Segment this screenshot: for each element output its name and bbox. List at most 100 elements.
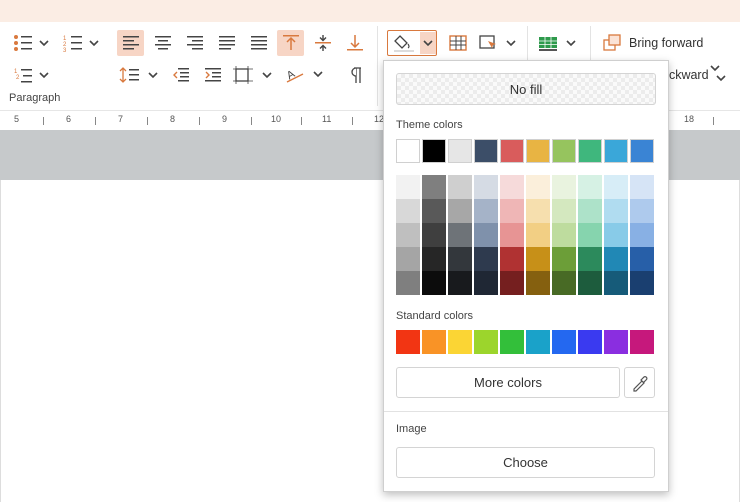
bring-forward-label[interactable]: Bring forward [629, 36, 703, 50]
theme-shade-swatch[interactable] [604, 223, 628, 247]
theme-shade-swatch[interactable] [630, 175, 654, 199]
no-fill-button[interactable]: No fill [396, 73, 656, 105]
theme-shade-swatch[interactable] [474, 199, 498, 223]
theme-shade-swatch[interactable] [500, 175, 524, 199]
theme-shade-swatch[interactable] [448, 199, 472, 223]
distribute-button[interactable] [245, 30, 272, 56]
theme-shade-swatch[interactable] [500, 223, 524, 247]
theme-shade-swatch[interactable] [500, 199, 524, 223]
theme-shade-swatch[interactable] [396, 175, 420, 199]
show-formatting-button[interactable] [341, 62, 368, 88]
ruler-label: 8 [170, 114, 176, 124]
theme-shade-swatch[interactable] [630, 247, 654, 271]
more-colors-button[interactable]: More colors [396, 367, 620, 398]
theme-shade-swatch[interactable] [526, 175, 550, 199]
theme-shade-swatch[interactable] [630, 223, 654, 247]
standard-color-swatch[interactable] [526, 330, 550, 354]
decrease-indent-button[interactable] [167, 62, 194, 88]
theme-shade-swatch[interactable] [552, 199, 576, 223]
theme-shade-swatch[interactable] [500, 271, 524, 295]
theme-shade-swatch[interactable] [422, 199, 446, 223]
standard-color-swatch[interactable] [578, 330, 602, 354]
bullet-list-button[interactable] [10, 30, 50, 56]
fill-color-button[interactable] [387, 30, 437, 56]
chevron-down-icon[interactable] [716, 70, 726, 82]
theme-shade-swatch[interactable] [448, 271, 472, 295]
standard-color-swatch[interactable] [448, 330, 472, 354]
theme-color-swatch[interactable] [448, 139, 472, 163]
theme-color-swatch[interactable] [578, 139, 602, 163]
align-left-button[interactable] [117, 30, 144, 56]
align-center-button[interactable] [149, 30, 176, 56]
theme-color-swatch[interactable] [526, 139, 550, 163]
standard-color-swatch[interactable] [630, 330, 654, 354]
eyedropper-button[interactable] [624, 367, 655, 398]
theme-shade-swatch[interactable] [422, 271, 446, 295]
theme-shade-swatch[interactable] [500, 247, 524, 271]
theme-shade-swatch[interactable] [396, 247, 420, 271]
theme-shade-swatch[interactable] [604, 271, 628, 295]
text-direction-button[interactable]: A [282, 62, 324, 88]
theme-shade-swatch[interactable] [578, 271, 602, 295]
increase-indent-button[interactable] [199, 62, 226, 88]
align-bottom-button[interactable] [341, 30, 368, 56]
theme-shade-swatch[interactable] [526, 223, 550, 247]
theme-shade-swatch[interactable] [474, 175, 498, 199]
theme-shade-swatch[interactable] [552, 223, 576, 247]
theme-shade-swatch[interactable] [526, 199, 550, 223]
theme-shade-swatch[interactable] [448, 247, 472, 271]
standard-color-swatch[interactable] [422, 330, 446, 354]
theme-shade-swatch[interactable] [422, 223, 446, 247]
theme-shade-swatch[interactable] [604, 247, 628, 271]
theme-shade-swatch[interactable] [474, 271, 498, 295]
theme-shade-swatch[interactable] [604, 175, 628, 199]
theme-color-swatch[interactable] [474, 139, 498, 163]
theme-shade-swatch[interactable] [526, 271, 550, 295]
table-color-button[interactable] [536, 30, 578, 56]
theme-color-swatch[interactable] [396, 139, 420, 163]
theme-shade-swatch[interactable] [578, 223, 602, 247]
theme-shade-swatch[interactable] [474, 247, 498, 271]
choose-image-button[interactable]: Choose [396, 447, 655, 478]
theme-shade-swatch[interactable] [578, 247, 602, 271]
standard-color-swatch[interactable] [604, 330, 628, 354]
theme-shade-swatch[interactable] [448, 175, 472, 199]
standard-color-swatch[interactable] [552, 330, 576, 354]
theme-shade-swatch[interactable] [552, 247, 576, 271]
theme-color-swatch[interactable] [422, 139, 446, 163]
border-style-button[interactable] [445, 30, 471, 56]
theme-shade-swatch[interactable] [448, 223, 472, 247]
theme-color-swatch[interactable] [500, 139, 524, 163]
multilevel-list-button[interactable]: 1 2 [10, 62, 50, 88]
line-spacing-button[interactable] [117, 62, 159, 88]
theme-shade-swatch[interactable] [578, 199, 602, 223]
theme-shade-swatch[interactable] [552, 271, 576, 295]
theme-shade-swatch[interactable] [422, 247, 446, 271]
theme-shade-swatch[interactable] [396, 223, 420, 247]
theme-shade-swatch[interactable] [578, 175, 602, 199]
align-middle-button[interactable] [309, 30, 336, 56]
theme-shade-swatch[interactable] [630, 199, 654, 223]
bring-forward-icon-button[interactable] [600, 30, 624, 56]
standard-color-swatch[interactable] [474, 330, 498, 354]
chevron-down-icon[interactable] [710, 60, 720, 72]
theme-shade-swatch[interactable] [526, 247, 550, 271]
select-shape-button[interactable] [477, 30, 517, 56]
theme-shade-swatch[interactable] [552, 175, 576, 199]
theme-shade-swatch[interactable] [396, 271, 420, 295]
theme-shade-swatch[interactable] [604, 199, 628, 223]
standard-color-swatch[interactable] [500, 330, 524, 354]
theme-shade-swatch[interactable] [396, 199, 420, 223]
theme-color-swatch[interactable] [604, 139, 628, 163]
theme-color-swatch[interactable] [630, 139, 654, 163]
standard-color-swatch[interactable] [396, 330, 420, 354]
theme-shade-swatch[interactable] [630, 271, 654, 295]
justify-button[interactable] [213, 30, 240, 56]
theme-shade-swatch[interactable] [474, 223, 498, 247]
align-top-button[interactable] [277, 30, 304, 56]
theme-color-swatch[interactable] [552, 139, 576, 163]
theme-shade-swatch[interactable] [422, 175, 446, 199]
align-right-button[interactable] [181, 30, 208, 56]
cell-margins-button[interactable] [231, 62, 273, 88]
numbered-list-button[interactable]: 1 2 3 [60, 30, 100, 56]
